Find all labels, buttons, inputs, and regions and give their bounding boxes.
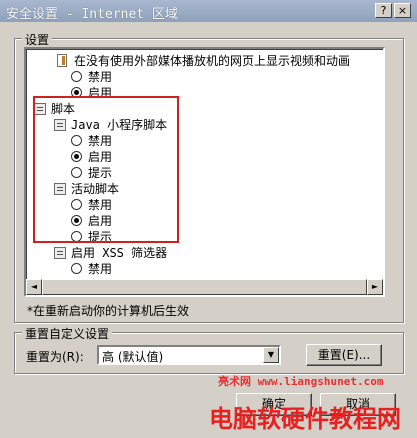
settings-group-label: 设置 [22,31,53,48]
chevron-down-icon[interactable]: ▼ [263,347,279,363]
settings-item-icon [57,54,67,67]
watermark-title: 电脑软硬件教程网 [209,405,401,433]
title-bar: 安全设置 - Internet 区域 ? × [0,0,417,22]
tree-item-label: 禁用 [88,262,113,276]
horizontal-scroll-thumb[interactable] [42,279,367,295]
scroll-right-icon[interactable]: ► [367,279,383,295]
radio-unchecked-icon[interactable] [71,263,82,274]
tree-item-label: 启用 XSS 筛选器 [71,246,168,260]
window-title: 安全设置 - Internet 区域 [6,7,178,22]
help-button[interactable]: ? [375,3,392,18]
watermark-url: 亮术网 www.liangshunet.com [218,375,384,388]
tree-item-label: 禁用 [88,70,113,84]
highlight-box [33,96,179,243]
settings-category-icon [54,247,66,259]
reset-group-label: 重置自定义设置 [22,325,113,342]
reset-to-label: 重置为(R): [26,350,84,364]
close-button[interactable]: × [394,3,411,18]
radio-unchecked-icon[interactable] [71,71,82,82]
horizontal-scrollbar[interactable]: ◄ ► [26,279,383,295]
reset-button[interactable]: 重置(E)... [306,344,382,366]
tree-item-label: 在没有使用外部媒体播放机的网页上显示视频和动画 [74,54,351,68]
scroll-left-icon[interactable]: ◄ [26,279,42,295]
restart-note: *在重新启动你的计算机后生效 [27,304,190,318]
reset-level-select[interactable]: 高 (默认值) ▼ [97,345,281,365]
reset-level-value: 高 (默认值) [102,350,164,364]
